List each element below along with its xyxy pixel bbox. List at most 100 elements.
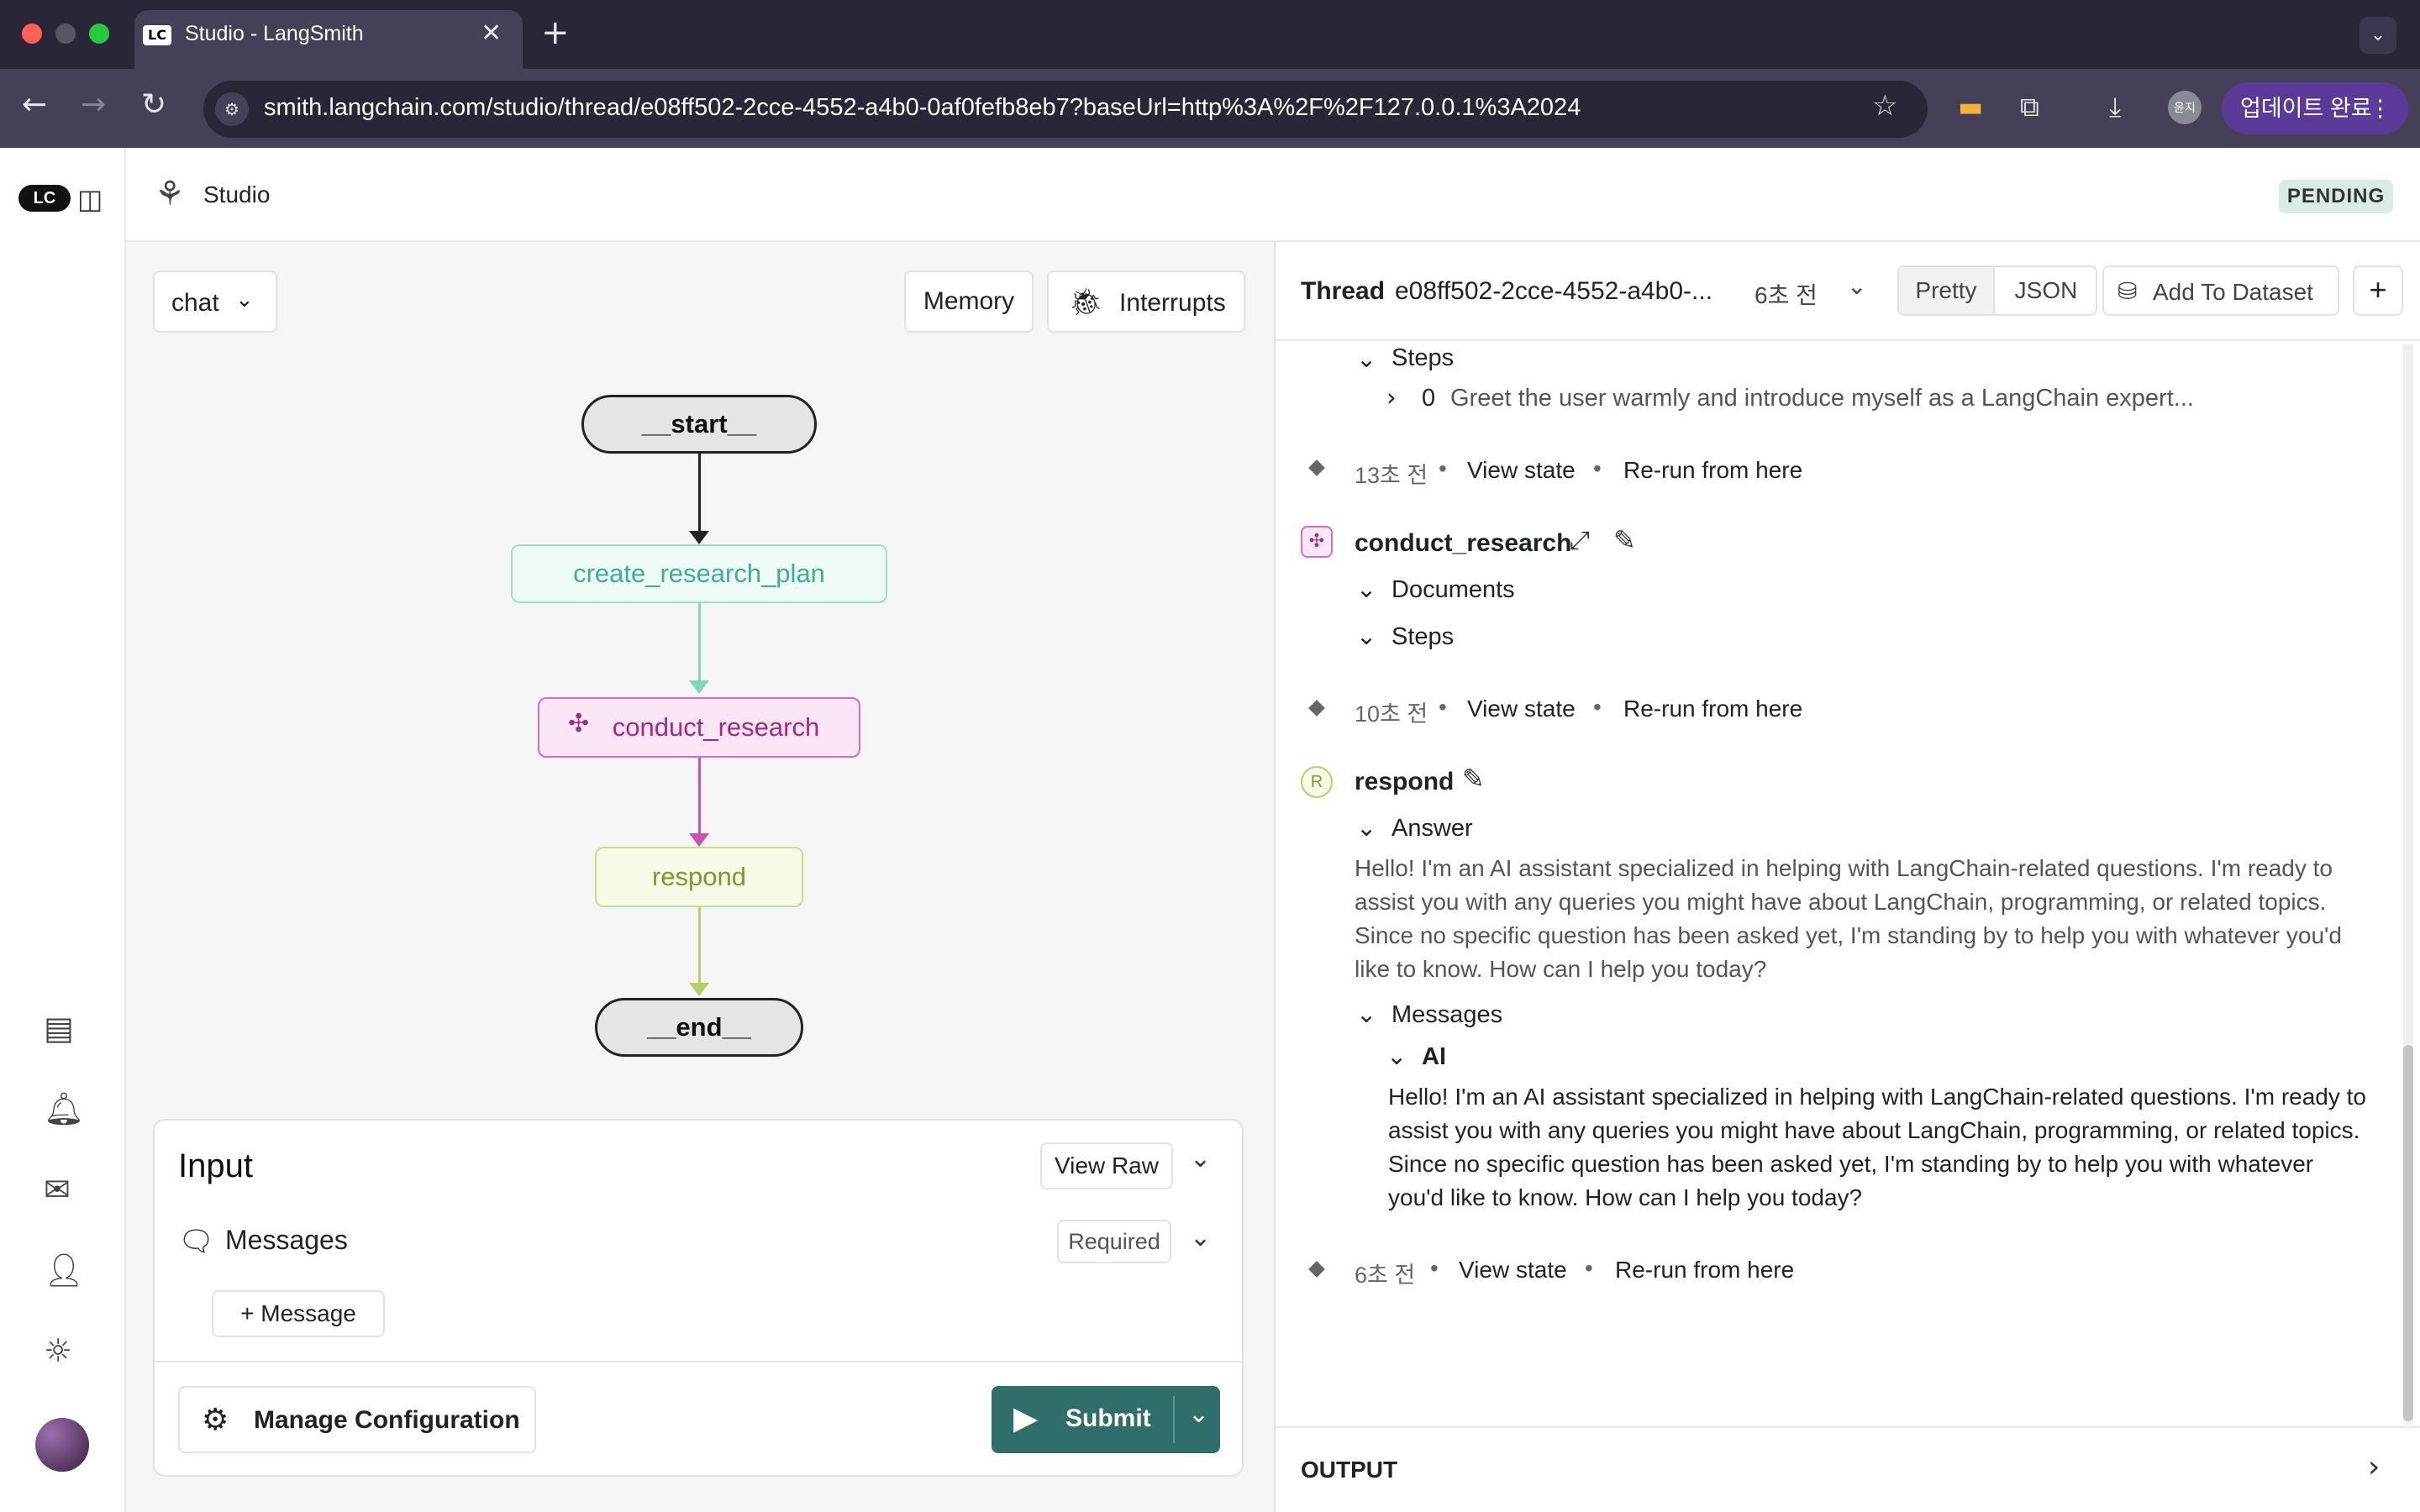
- close-window-button[interactable]: [22, 24, 42, 44]
- view-state-link[interactable]: View state: [1467, 457, 1576, 484]
- maximize-window-button[interactable]: [89, 24, 109, 44]
- database-icon: ⛁: [2118, 277, 2138, 305]
- expand-arrows-icon[interactable]: ⤢: [1570, 526, 1590, 555]
- ai-message-text: Hello! I'm an AI assistant specialized i…: [1388, 1084, 2366, 1210]
- required-badge: Required: [1057, 1220, 1171, 1263]
- chevron-right-icon[interactable]: ›: [2368, 1450, 2380, 1484]
- respond-node-badge: R: [1301, 766, 1333, 798]
- add-user-icon[interactable]: 👤︎: [44, 1252, 84, 1289]
- thread-time[interactable]: 6초 전: [1754, 277, 1818, 311]
- reload-icon[interactable]: ↻: [141, 87, 166, 122]
- submit-label: Submit: [1065, 1404, 1151, 1432]
- interrupts-label: Interrupts: [1119, 289, 1226, 317]
- node-end[interactable]: __end__: [595, 998, 803, 1057]
- theme-sun-icon[interactable]: ☼: [44, 1332, 72, 1369]
- back-icon[interactable]: ←: [22, 87, 47, 122]
- new-tab-icon[interactable]: +: [541, 13, 570, 52]
- bookmark-star-icon[interactable]: ☆: [1872, 89, 1897, 123]
- expand-messages-icon[interactable]: ⌄: [1190, 1223, 1211, 1252]
- view-state-link[interactable]: View state: [1467, 696, 1576, 722]
- edit-pencil-icon[interactable]: ✎: [1462, 763, 1485, 795]
- edge-start-plan: [698, 454, 701, 538]
- rerun-link[interactable]: Re-run from here: [1615, 1257, 1794, 1284]
- documents-label[interactable]: Documents: [1392, 576, 1515, 604]
- edit-pencil-icon[interactable]: ✎: [1613, 524, 1636, 556]
- steps-label[interactable]: Steps: [1392, 344, 1454, 372]
- node-respond[interactable]: respond: [595, 847, 803, 907]
- graph-selector-value: chat: [171, 289, 219, 317]
- checkpoint-time: 13초 전: [1355, 463, 1428, 488]
- messages-bubble-icon: 🗨︎: [178, 1225, 215, 1258]
- gear-icon: ⚙: [202, 1403, 229, 1437]
- subgraph-icon: ✣: [568, 709, 590, 738]
- arrow-head: [689, 680, 709, 694]
- add-to-dataset-button[interactable]: ⛁ Add To Dataset: [2102, 265, 2339, 316]
- add-message-button[interactable]: + Message: [212, 1290, 385, 1337]
- langchain-logo[interactable]: LC: [18, 185, 71, 212]
- interrupts-button[interactable]: 🐞︎ Interrupts: [1047, 270, 1245, 333]
- extension-folder-icon[interactable]: ▬: [1958, 91, 1983, 123]
- view-state-link[interactable]: View state: [1459, 1257, 1567, 1284]
- profile-avatar[interactable]: 윤지: [2168, 91, 2202, 124]
- checkpoint-time: 10초 전: [1355, 701, 1428, 727]
- steps-label[interactable]: Steps: [1392, 623, 1454, 651]
- collapse-chevron-icon[interactable]: ⌄: [1356, 344, 1376, 373]
- update-button[interactable]: 업데이트 완료 ⋮: [2222, 82, 2408, 134]
- manage-configuration-label: Manage Configuration: [254, 1406, 520, 1434]
- collapse-chevron-icon[interactable]: ⌄: [1356, 575, 1376, 603]
- collapse-chevron-icon[interactable]: ⌄: [1356, 622, 1376, 650]
- user-avatar[interactable]: [35, 1418, 89, 1472]
- divider: [155, 1361, 1242, 1362]
- dot-separator: •: [1430, 1255, 1439, 1281]
- left-rail: [0, 148, 126, 1512]
- ai-label[interactable]: AI: [1422, 1043, 1446, 1071]
- play-circle-icon: ▶: [1013, 1399, 1039, 1436]
- output-bar[interactable]: [1276, 1426, 2420, 1512]
- forward-icon[interactable]: →: [81, 87, 106, 122]
- close-tab-icon[interactable]: ✕: [481, 18, 502, 48]
- submit-button[interactable]: ▶ Submit ⌄: [992, 1386, 1220, 1453]
- tab-search-icon[interactable]: ⌄: [2360, 17, 2396, 54]
- edge-plan-conduct: [698, 603, 701, 687]
- minimize-window-button[interactable]: [55, 24, 76, 44]
- node-start[interactable]: __start__: [581, 395, 817, 454]
- collapse-chevron-icon[interactable]: ⌄: [1356, 813, 1376, 842]
- json-tab[interactable]: JSON: [1996, 267, 2096, 314]
- extensions-puzzle-icon[interactable]: ⧉: [2020, 91, 2039, 123]
- collapse-chevron-icon[interactable]: ⌄: [1386, 1042, 1407, 1070]
- site-settings-icon[interactable]: ⚙: [215, 92, 249, 126]
- arrow-head: [689, 833, 709, 847]
- expand-chevron-icon[interactable]: ›: [1386, 383, 1397, 412]
- page-title: Studio: [203, 181, 271, 207]
- rerun-link[interactable]: Re-run from here: [1623, 696, 1802, 722]
- graph-selector[interactable]: chat ⌄: [153, 270, 277, 333]
- messages-label[interactable]: Messages: [1392, 1001, 1502, 1029]
- thread-label: Thread: [1301, 277, 1386, 305]
- thread-dropdown-icon[interactable]: ⌄: [1847, 272, 1866, 300]
- collapse-chevron-icon[interactable]: ⌄: [1356, 1000, 1376, 1028]
- pretty-tab[interactable]: Pretty: [1899, 267, 1995, 314]
- app-header: [126, 148, 2420, 242]
- rerun-link[interactable]: Re-run from here: [1623, 457, 1802, 484]
- memory-button[interactable]: Memory: [904, 270, 1034, 333]
- submit-dropdown-icon[interactable]: ⌄: [1188, 1399, 1209, 1429]
- download-icon[interactable]: ⤓: [2109, 91, 2121, 123]
- output-label: OUTPUT: [1301, 1457, 1398, 1483]
- view-raw-button[interactable]: View Raw: [1040, 1142, 1173, 1189]
- answer-text: Hello! I'm an AI assistant specialized i…: [1355, 855, 2342, 982]
- answer-label[interactable]: Answer: [1392, 815, 1473, 843]
- mail-icon[interactable]: ✉: [44, 1171, 71, 1208]
- url-text[interactable]: smith.langchain.com/studio/thread/e08ff5…: [264, 94, 1581, 122]
- add-icon[interactable]: +: [2353, 265, 2403, 316]
- dot-separator: •: [1593, 694, 1602, 720]
- edge-conduct-respond: [698, 758, 701, 838]
- sidebar-toggle-icon[interactable]: ◫: [77, 183, 103, 215]
- manage-configuration-button[interactable]: ⚙ Manage Configuration: [178, 1386, 536, 1453]
- scrollbar-thumb[interactable]: [2403, 1045, 2413, 1421]
- node-create-research-plan[interactable]: create_research_plan: [511, 544, 887, 603]
- notification-bell-icon[interactable]: 🔔︎: [44, 1090, 84, 1128]
- thread-id[interactable]: e08ff502-2cce-4552-a4b0-...: [1395, 277, 1712, 306]
- collapse-input-icon[interactable]: ⌄: [1190, 1144, 1211, 1173]
- docs-icon[interactable]: ▤: [44, 1010, 74, 1047]
- submit-divider: [1173, 1396, 1175, 1443]
